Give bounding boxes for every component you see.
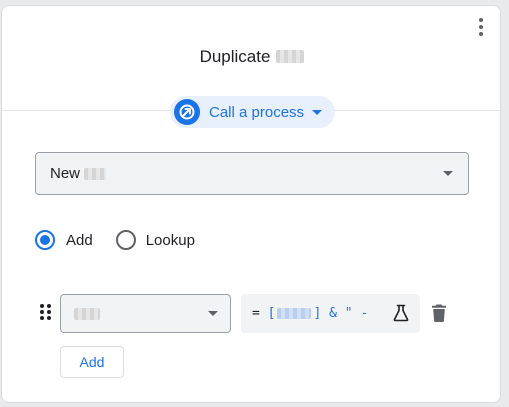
column-select[interactable] xyxy=(60,294,231,333)
call-process-dropdown[interactable]: Call a process xyxy=(170,96,335,128)
caret-down-icon xyxy=(443,171,453,176)
mode-radio-group: Add Lookup xyxy=(35,230,195,250)
redacted-text xyxy=(84,167,107,180)
drag-handle-icon[interactable] xyxy=(40,304,52,322)
expression-open-bracket: [ xyxy=(267,306,276,321)
trash-icon[interactable] xyxy=(431,303,447,323)
call-process-label: Call a process xyxy=(209,103,305,121)
target-select-value: New xyxy=(50,165,81,182)
radio-lookup-label: Lookup xyxy=(145,231,195,249)
radio-add-checked[interactable] xyxy=(35,230,55,250)
expression-close-bracket: ] xyxy=(313,306,322,321)
redacted-text xyxy=(74,308,100,320)
flask-icon[interactable] xyxy=(393,304,409,322)
redacted-text xyxy=(276,50,305,64)
caret-down-icon xyxy=(208,311,218,316)
card-title: Duplicate xyxy=(2,47,502,67)
duplicate-card: Duplicate Call a process New Add Lookup xyxy=(1,5,501,403)
target-select[interactable]: New xyxy=(35,152,469,195)
radio-lookup-unchecked[interactable] xyxy=(115,230,136,250)
expression-rest: & " - xyxy=(329,306,369,321)
caret-down-icon xyxy=(312,109,323,115)
redacted-text xyxy=(277,308,312,319)
card-title-text: Duplicate xyxy=(199,47,271,66)
more-options-icon[interactable] xyxy=(473,16,489,38)
radio-option-lookup[interactable]: Lookup xyxy=(115,230,195,250)
add-button[interactable]: Add xyxy=(60,346,124,378)
process-call-icon xyxy=(174,99,200,125)
expression-equals: = xyxy=(252,306,260,321)
radio-add-label: Add xyxy=(66,231,93,249)
radio-option-add[interactable]: Add xyxy=(35,230,93,250)
